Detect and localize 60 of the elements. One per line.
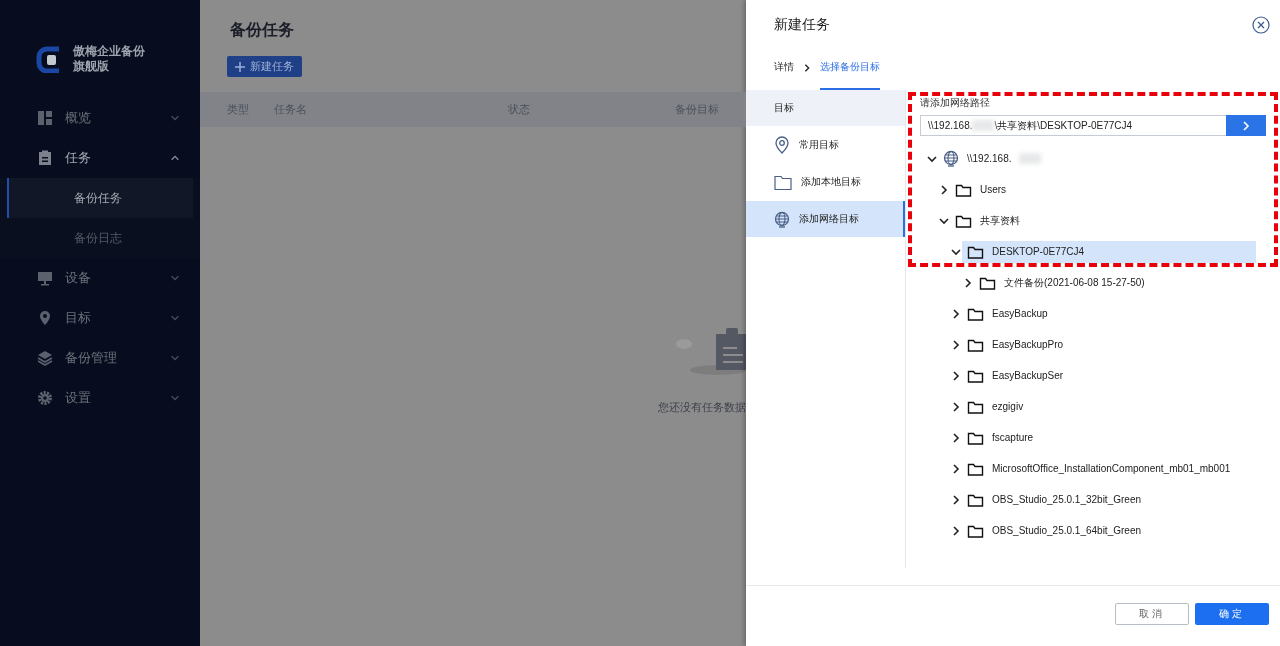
nav-item[interactable]: 添加网络目标: [746, 201, 905, 237]
menu-item[interactable]: 目标: [0, 298, 200, 338]
menu-item[interactable]: 设置: [0, 378, 200, 418]
tree-item[interactable]: DESKTOP-0E77CJ4: [962, 240, 1256, 263]
chevron-icon: [802, 62, 812, 74]
app-name: 旗舰版: [73, 59, 110, 74]
app-name: 傲梅企业备份: [73, 44, 145, 59]
monitor-icon: [37, 270, 53, 286]
tree-item[interactable]: Users: [950, 178, 1256, 201]
chevron-icon[interactable]: [962, 276, 974, 289]
gear-icon: [37, 390, 53, 406]
chevron-icon[interactable]: [950, 307, 962, 320]
chevron-icon[interactable]: [938, 183, 950, 196]
tree-item[interactable]: ezgigiv: [962, 395, 1256, 418]
folder-icon: [774, 173, 792, 191]
close-icon[interactable]: [1252, 16, 1270, 34]
plus-icon: [235, 61, 245, 72]
nav-header: 目标: [746, 90, 905, 126]
tree-item[interactable]: MicrosoftOffice_InstallationComponent_mb01_mb001: [962, 457, 1256, 480]
tree-item[interactable]: EasyBackup: [962, 302, 1256, 325]
dialog-title: 新建任务: [774, 16, 830, 34]
tree-item[interactable]: fscapture: [962, 426, 1256, 449]
tree-item[interactable]: 共享资料: [950, 209, 1256, 232]
new-task-button[interactable]: 新建任务: [227, 56, 302, 77]
chevron-icon[interactable]: [950, 400, 962, 413]
menu-item[interactable]: 任务: [0, 138, 200, 178]
chevron-icon[interactable]: [950, 462, 962, 475]
tree-item[interactable]: EasyBackupPro: [962, 333, 1256, 356]
nav-item[interactable]: 常用目标: [746, 127, 905, 163]
empty-message: 您还没有任务数据: [658, 400, 746, 415]
menu-item[interactable]: 概览: [0, 98, 200, 138]
menu-item[interactable]: 备份管理: [0, 338, 200, 378]
location-pin-icon: [37, 310, 53, 326]
chevron-icon[interactable]: [950, 493, 962, 506]
tree-item[interactable]: OBS_Studio_25.0.1_32bit_Green: [962, 488, 1256, 511]
chevron-icon[interactable]: [950, 338, 962, 351]
tree-item[interactable]: OBS_Studio_25.0.1_64bit_Green: [962, 519, 1256, 542]
clipboard-icon: [37, 150, 53, 166]
layers-icon: [37, 350, 53, 366]
globe-icon: [774, 210, 790, 228]
globe-icon: [943, 150, 959, 167]
menu-item[interactable]: 设备: [0, 258, 200, 298]
tree-item[interactable]: EasyBackupSer: [962, 364, 1256, 387]
chevron-icon[interactable]: [950, 431, 962, 444]
go-button[interactable]: [1226, 115, 1266, 136]
submenu-item[interactable]: 备份任务: [7, 178, 193, 218]
path-input-field[interactable]: \\192.168. \共享资料\DESKTOP-0E77CJ4: [920, 115, 1226, 136]
nav-item[interactable]: 添加本地目标: [746, 164, 905, 200]
chevron-icon[interactable]: [950, 524, 962, 537]
chevron-icon[interactable]: [950, 369, 962, 382]
field-label: 请添加网络路径: [920, 96, 991, 110]
page-title: 备份任务: [230, 20, 295, 40]
location-pin-icon: [774, 136, 790, 154]
tree-item[interactable]: \\192.168.: [938, 147, 1256, 170]
confirm-button[interactable]: 确定: [1195, 603, 1269, 625]
cancel-button[interactable]: 取消: [1115, 603, 1189, 625]
tree-item[interactable]: 文件备份(2021-06-08 15-27-50): [974, 271, 1256, 294]
step-tab[interactable]: 详情: [774, 46, 794, 90]
dashboard-icon: [37, 110, 53, 126]
chevron-icon: [1240, 119, 1252, 132]
